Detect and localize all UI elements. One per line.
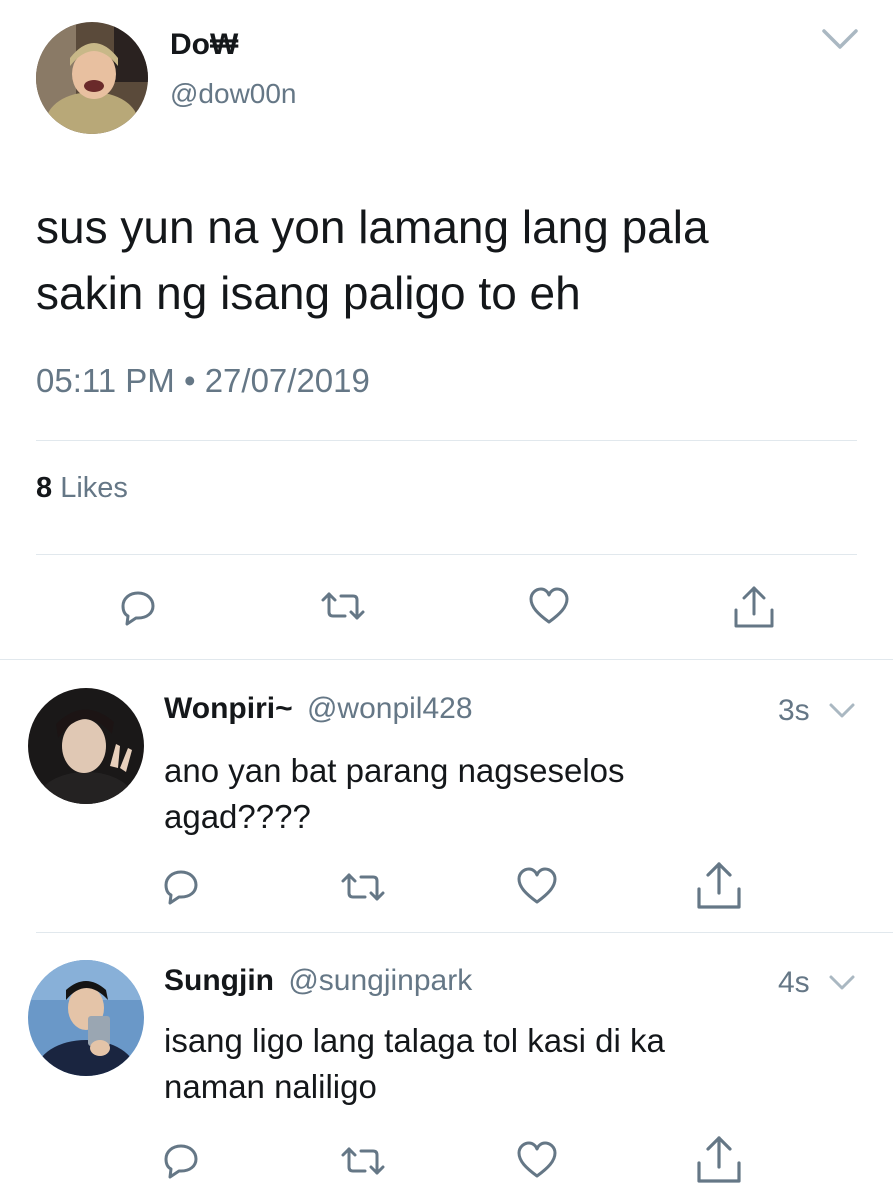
reply-header: Sungjin @sungjinpark (164, 964, 472, 998)
more-menu-button[interactable] (818, 24, 862, 54)
divider (36, 554, 857, 555)
likes-count: 8 (36, 472, 53, 504)
reply-author-name[interactable]: Sungjin (164, 964, 274, 997)
heart-icon (517, 1141, 557, 1178)
likes-label: Likes (60, 472, 128, 504)
tweet-timestamp: 05:11 PM • 27/07/2019 (36, 362, 370, 399)
share-icon (697, 1136, 741, 1183)
chevron-down-icon (829, 703, 855, 718)
heart-icon (529, 587, 569, 624)
reply-text-line1: ano yan bat parang nagseselos (164, 752, 625, 789)
share-button[interactable] (730, 582, 778, 632)
divider (36, 440, 857, 441)
retweet-icon (341, 1147, 385, 1175)
like-button[interactable] (526, 584, 572, 628)
reply-text-line2: naman naliligo (164, 1068, 377, 1105)
share-button[interactable] (692, 1134, 746, 1186)
reply-more-button[interactable] (826, 970, 858, 996)
author-name[interactable]: Do₩ (170, 28, 238, 62)
author-avatar[interactable] (36, 22, 148, 134)
divider (36, 932, 893, 933)
reply-author-name[interactable]: Wonpiri~ (164, 692, 293, 725)
share-icon (734, 586, 774, 628)
heart-icon (517, 867, 557, 904)
reply-text-line1: isang ligo lang talaga tol kasi di ka (164, 1022, 665, 1059)
reply-author-handle[interactable]: @sungjinpark (288, 964, 472, 997)
share-icon (697, 862, 741, 909)
reply-age: 4s (778, 966, 810, 999)
like-button[interactable] (514, 1138, 560, 1182)
reply-text-line2: agad???? (164, 798, 311, 835)
share-button[interactable] (692, 860, 746, 912)
chevron-down-icon (822, 29, 858, 49)
reply-icon (121, 591, 155, 626)
chevron-down-icon (829, 975, 855, 990)
divider (0, 659, 893, 660)
reply-author-handle[interactable]: @wonpil428 (307, 692, 473, 725)
reply-button[interactable] (114, 584, 162, 630)
likes-stat[interactable]: 8 Likes (36, 472, 128, 505)
reply-age: 3s (778, 694, 810, 727)
reply-button[interactable] (158, 864, 204, 908)
reply-icon (164, 1144, 198, 1179)
retweet-button[interactable] (338, 1142, 388, 1180)
tweet-text-line1: sus yun na yon lamang lang pala (36, 201, 709, 253)
reply-avatar[interactable] (28, 688, 144, 804)
reply-header: Wonpiri~ @wonpil428 (164, 692, 473, 726)
reply-button[interactable] (158, 1138, 204, 1182)
retweet-button[interactable] (338, 868, 388, 906)
reply-avatar[interactable] (28, 960, 144, 1076)
retweet-button[interactable] (318, 586, 368, 626)
tweet-text-line2: sakin ng isang paligo to eh (36, 267, 581, 319)
reply-icon (164, 870, 198, 905)
retweet-icon (321, 592, 365, 620)
like-button[interactable] (514, 864, 560, 908)
reply-more-button[interactable] (826, 698, 858, 724)
retweet-icon (341, 873, 385, 901)
author-handle[interactable]: @dow00n (170, 78, 297, 110)
